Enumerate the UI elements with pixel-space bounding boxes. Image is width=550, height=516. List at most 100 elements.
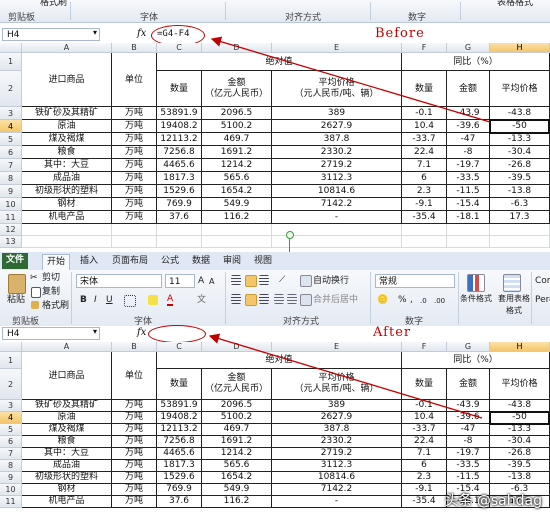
top-cell-g11[interactable]: -18.1 (447, 211, 490, 224)
top-cell-f11[interactable]: -35.4 (402, 211, 447, 224)
bottom-cell-d7[interactable]: 1214.2 (202, 448, 272, 460)
bottom-cell-a10[interactable]: 钢材 (22, 484, 112, 496)
bottom-header-yoy-price[interactable]: 平均价格 (490, 369, 550, 400)
top-selected-cell-h4[interactable] (489, 119, 550, 134)
top-cell-c7[interactable]: 4465.6 (157, 159, 202, 172)
top-cell-g5[interactable]: -47 (447, 133, 490, 146)
top-cell-f10[interactable]: -9.1 (402, 198, 447, 211)
top-cell-e9[interactable]: 10814.6 (272, 185, 402, 198)
top-cell-h9[interactable]: -13.8 (490, 185, 550, 198)
tab-review[interactable]: 审阅 (219, 254, 245, 269)
top-column-header-e[interactable]: E (272, 43, 402, 53)
format-painter-icon[interactable] (31, 301, 39, 309)
top-empty-a13[interactable] (22, 236, 112, 248)
top-header-unit[interactable]: 单位 (112, 53, 157, 107)
conditional-format-icon[interactable] (467, 274, 485, 292)
bottom-row-header-9[interactable]: 9 (0, 472, 22, 484)
bottom-cell-e4[interactable]: 2627.9 (272, 412, 402, 424)
top-fx-icon[interactable]: fx (137, 28, 146, 39)
bottom-cell-b10[interactable]: 万吨 (112, 484, 157, 496)
top-cell-c6[interactable]: 7256.8 (157, 146, 202, 159)
top-cell-g10[interactable]: -15.4 (447, 198, 490, 211)
bottom-row-header-8[interactable]: 8 (0, 460, 22, 472)
bottom-column-header-a[interactable]: A (22, 342, 112, 352)
top-row-header-13[interactable]: 13 (0, 236, 22, 248)
top-cell-b8[interactable]: 万吨 (112, 172, 157, 185)
bottom-name-box[interactable]: H4 (2, 327, 100, 340)
format-painter-button[interactable]: 格式刷 (42, 300, 69, 312)
bottom-row-header-2[interactable]: 2 (0, 369, 22, 400)
bottom-row-header-1[interactable]: 1 (0, 352, 22, 369)
paste-icon[interactable] (8, 274, 26, 294)
bottom-row-header-5[interactable]: 5 (0, 424, 22, 436)
top-cell-f8[interactable]: 6 (402, 172, 447, 185)
number-format-select[interactable]: 常规 (375, 274, 455, 288)
bottom-cell-d5[interactable]: 469.7 (202, 424, 272, 436)
bottom-header-amount[interactable]: 金额 （亿元人民币） (202, 369, 272, 400)
top-cell-c8[interactable]: 1817.3 (157, 172, 202, 185)
top-cell-g6[interactable]: -8 (447, 146, 490, 159)
bottom-cell-e11[interactable]: - (272, 496, 402, 508)
bottom-cell-c4[interactable]: 19408.2 (157, 412, 202, 424)
bottom-cell-b7[interactable]: 万吨 (112, 448, 157, 460)
tab-formulas[interactable]: 公式 (157, 254, 183, 269)
top-row-header-12[interactable]: 12 (0, 224, 22, 236)
bottom-cell-h6[interactable]: -30.4 (490, 436, 550, 448)
top-column-header-a[interactable]: A (22, 43, 112, 53)
align-top-icon[interactable] (231, 275, 241, 285)
bottom-cell-g4[interactable]: -39.6 (447, 412, 490, 424)
top-cell-b9[interactable]: 万吨 (112, 185, 157, 198)
top-row-header-10[interactable]: 10 (0, 198, 22, 211)
align-bottom-icon[interactable] (259, 275, 269, 285)
top-header-yoy[interactable]: 同比（%） (402, 53, 550, 71)
top-row-header-2[interactable]: 2 (0, 71, 22, 107)
bottom-header-yoy-amount[interactable]: 金额 (447, 369, 490, 400)
bottom-cell-b11[interactable]: 万吨 (112, 496, 157, 508)
cut-button[interactable]: 剪切 (42, 272, 60, 284)
bottom-cell-g6[interactable]: -8 (447, 436, 490, 448)
top-cell-a5[interactable]: 煤及褐煤 (22, 133, 112, 146)
border-icon[interactable] (124, 295, 136, 307)
bottom-cell-e3[interactable]: 389 (272, 400, 402, 412)
tab-insert[interactable]: 插入 (76, 254, 102, 269)
bottom-cell-c9[interactable]: 1529.6 (157, 472, 202, 484)
top-empty-h12[interactable] (490, 224, 550, 236)
top-empty-c12[interactable] (157, 224, 202, 236)
decrease-indent-icon[interactable] (274, 294, 284, 304)
bottom-cell-f5[interactable]: -33.7 (402, 424, 447, 436)
bottom-header-qty[interactable]: 数量 (157, 369, 202, 400)
phonetic-icon[interactable]: 文 (197, 294, 206, 306)
top-cell-e3[interactable]: 389 (272, 107, 402, 120)
top-cell-f6[interactable]: 22.4 (402, 146, 447, 159)
bottom-row-header-7[interactable]: 7 (0, 448, 22, 460)
bottom-cell-e7[interactable]: 2719.2 (272, 448, 402, 460)
top-cell-e7[interactable]: 2719.2 (272, 159, 402, 172)
top-empty-f12[interactable] (402, 224, 447, 236)
bottom-cell-e6[interactable]: 2330.2 (272, 436, 402, 448)
top-header-yoy-amount[interactable]: 金额 (447, 71, 490, 107)
top-cell-d10[interactable]: 549.9 (202, 198, 272, 211)
bottom-column-header-f[interactable]: F (402, 342, 447, 352)
top-header-amount[interactable]: 金额 （亿元人民币） (202, 71, 272, 107)
bottom-cell-c10[interactable]: 769.9 (157, 484, 202, 496)
bottom-column-header-d[interactable]: D (202, 342, 272, 352)
bottom-cell-a4[interactable]: 原油 (22, 412, 112, 424)
top-cell-b6[interactable]: 万吨 (112, 146, 157, 159)
bottom-cell-b5[interactable]: 万吨 (112, 424, 157, 436)
top-cell-c5[interactable]: 12113.2 (157, 133, 202, 146)
align-middle-icon[interactable] (245, 275, 257, 287)
top-empty-d12[interactable] (202, 224, 272, 236)
bottom-cell-a6[interactable]: 粮食 (22, 436, 112, 448)
bottom-cell-b3[interactable]: 万吨 (112, 400, 157, 412)
top-empty-d13[interactable] (202, 236, 272, 248)
top-cell-e6[interactable]: 2330.2 (272, 146, 402, 159)
top-column-header-c[interactable]: C (157, 43, 202, 53)
bottom-row-header-10[interactable]: 10 (0, 484, 22, 496)
top-empty-c13[interactable] (157, 236, 202, 248)
align-left-icon[interactable] (231, 294, 241, 304)
top-row-header-6[interactable]: 6 (0, 146, 22, 159)
top-empty-b12[interactable] (112, 224, 157, 236)
tab-view[interactable]: 视图 (250, 254, 276, 269)
tab-file[interactable]: 文件 (2, 253, 29, 269)
bottom-cell-a3[interactable]: 铁矿砂及其精矿 (22, 400, 112, 412)
